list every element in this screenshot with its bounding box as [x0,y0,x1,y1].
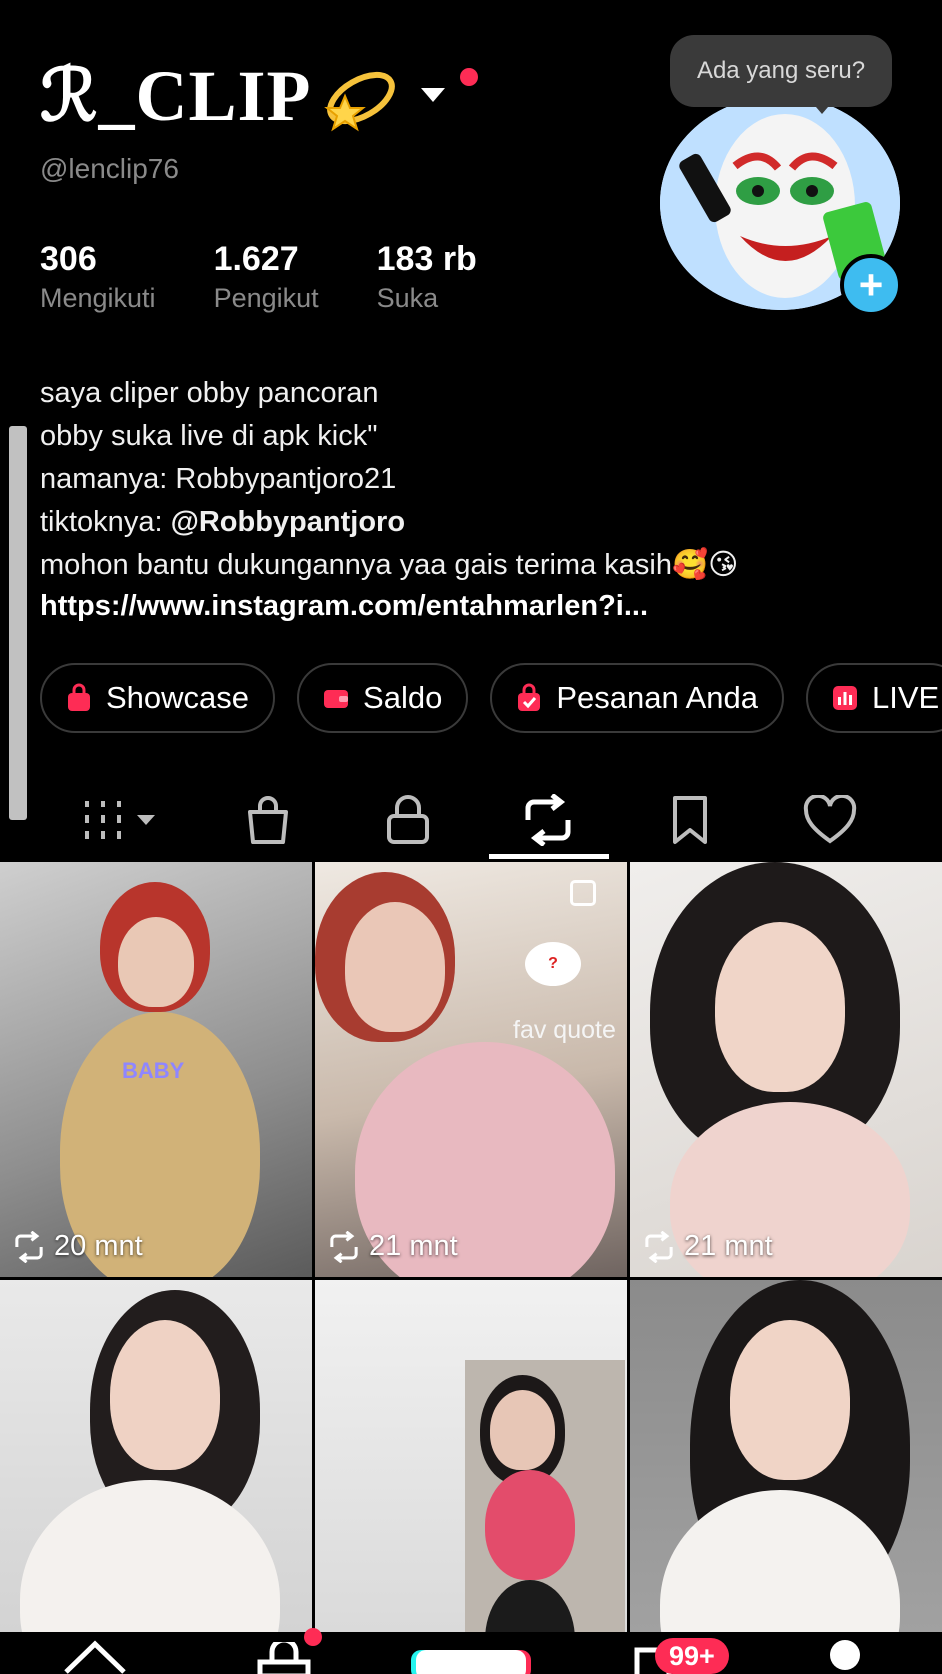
bio-line: saya cliper obby pancoran [40,377,379,409]
add-story-button[interactable]: + [840,254,902,316]
saldo-chip[interactable]: Saldo [297,663,469,733]
thumbnail-face [715,922,845,1092]
video-thumbnail[interactable] [0,1280,312,1674]
repost-icon [330,1230,358,1263]
multi-photo-icon [570,880,596,906]
home-icon[interactable] [62,1638,128,1674]
scrollbar[interactable] [9,426,27,820]
shop-icon[interactable] [256,1642,312,1674]
thumbnail-overlay-text: fav quote [513,1016,616,1044]
repost-icon [645,1230,673,1263]
thought-bubble-icon: ? [525,942,581,986]
repost-time: 21 mnt [642,1230,773,1263]
profile-nav-icon[interactable] [830,1640,860,1670]
thumbnail-face [110,1320,220,1470]
display-name: ℛ_CLIP [40,55,312,136]
thumbnail-face [730,1320,850,1480]
bookmark-icon [673,796,707,844]
video-thumbnail[interactable] [315,1280,627,1674]
wallet-icon [324,690,349,708]
stat-following[interactable]: 306 Mengikuti [40,240,156,314]
stat-followers[interactable]: 1.627 Pengikut [214,240,319,314]
live-stats-icon [833,686,858,710]
tab-shop[interactable] [236,780,300,860]
bio-line: obby suka live di apk kick" [40,420,378,452]
order-bag-icon [518,683,541,711]
create-button[interactable] [416,1650,526,1674]
tab-private[interactable] [376,780,440,860]
tab-saved[interactable] [658,780,722,860]
lock-icon [387,795,429,844]
tab-liked[interactable] [798,780,862,860]
tab-reposts[interactable] [516,780,580,860]
heart-icon [803,795,857,844]
tab-videos[interactable] [80,780,160,860]
video-thumbnail[interactable] [630,1280,942,1674]
profile-handle: @lenclip76 [40,153,179,184]
profile-bio: saya cliper obby pancoran obby suka live… [40,372,738,587]
tooltip-tail [810,100,834,114]
inbox-badge: 99+ [655,1638,729,1674]
grid-icon [85,801,155,839]
bio-line: tiktoknya: @Robbypantjoro [40,506,406,538]
video-thumbnail[interactable]: 21 mnt [630,862,942,1277]
repost-icon [15,1230,43,1263]
thumbnail-face [345,902,445,1032]
live-chip[interactable]: LIVE [806,663,942,733]
thumbnail-overlay-text: BABY [122,1058,185,1083]
repost-icon [525,794,571,846]
orders-chip[interactable]: Pesanan Anda [490,663,785,733]
username-row[interactable]: ℛ_CLIP [40,52,447,138]
video-thumbnail[interactable]: BABY 20 mnt [0,862,312,1277]
tooltip-bubble[interactable]: Ada yang seru? [670,35,892,107]
showcase-chip[interactable]: Showcase [40,663,276,733]
bio-line: namanya: Robbypantjoro21 [40,463,397,495]
shop-bag-icon [68,683,90,711]
profile-chips: Showcase Saldo Pesanan Anda LIVE [40,663,942,733]
bio-link[interactable]: https://www.instagram.com/entahmarlen?i.… [40,590,648,623]
chevron-down-icon [137,815,155,825]
stat-likes[interactable]: 183 rb Suka [377,240,477,314]
shop-bag-icon [248,796,288,844]
repost-time: 21 mnt [327,1230,458,1263]
profile-header: ℛ_CLIP @lenclip76 306 Mengikuti 1.627 Pe… [0,0,942,860]
repost-time: 20 mnt [12,1230,143,1263]
thumbnail-top [485,1470,575,1580]
profile-stats: 306 Mengikuti 1.627 Pengikut 183 rb Suka [40,240,535,314]
shop-notification-dot [304,1628,322,1646]
notification-dot [460,68,478,86]
profile-tabs [0,780,942,860]
active-tab-indicator [489,854,609,859]
bio-line: mohon bantu dukungannya yaa gais terima … [40,549,739,581]
thumbnail-face [118,917,194,1007]
bottom-nav [0,1628,942,1674]
dizzy-star-icon [324,71,396,132]
chevron-down-icon[interactable] [419,86,447,104]
video-thumbnail[interactable]: ? fav quote 21 mnt [315,862,627,1277]
bio-mention-link[interactable]: @Robbypantjoro [171,506,405,538]
thumbnail-face [490,1390,555,1470]
